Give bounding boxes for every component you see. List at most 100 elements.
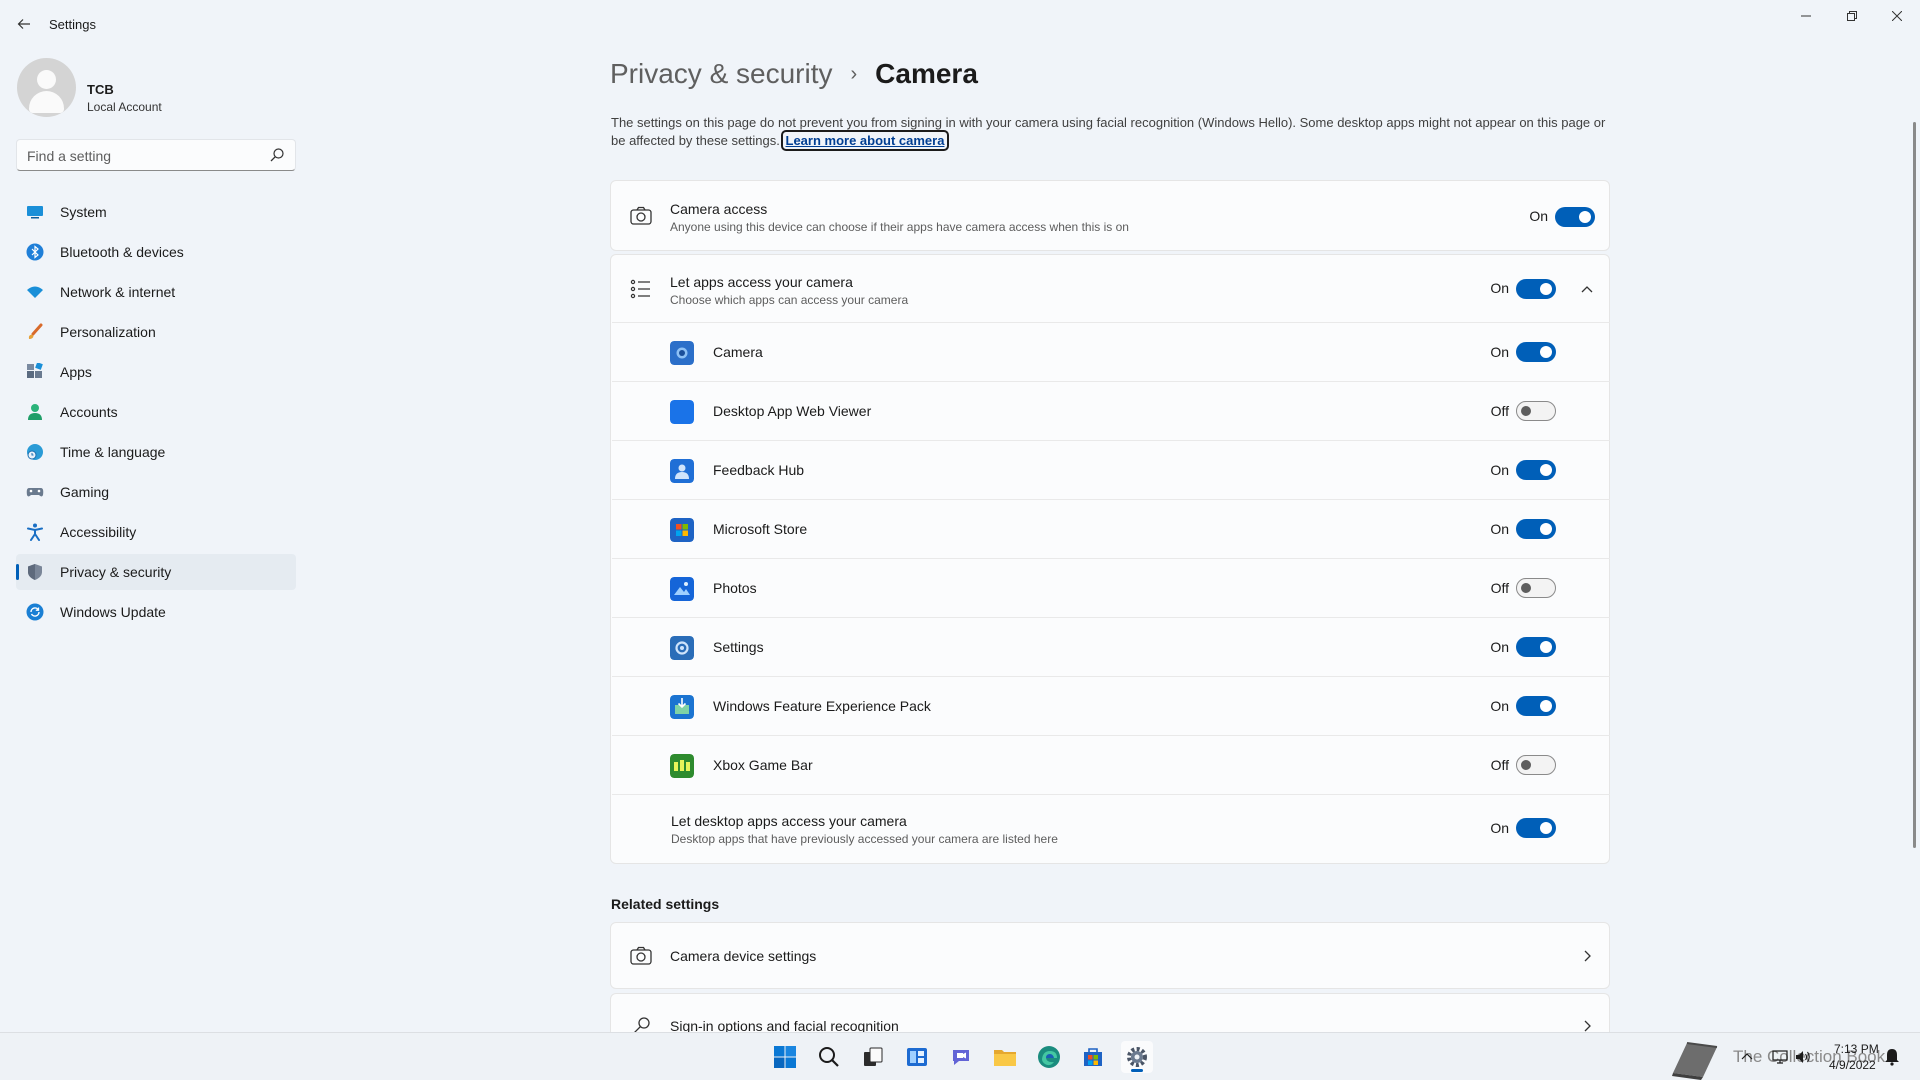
list-icon [630, 279, 650, 299]
search-box[interactable] [16, 139, 296, 171]
settings-app-icon [670, 636, 694, 660]
sidebar-item-windows-update[interactable]: Windows Update [16, 594, 296, 630]
camera-access-toggle[interactable] [1555, 207, 1595, 227]
clock-time[interactable]: 7:13 PM [1834, 1042, 1879, 1056]
related-item-label: Camera device settings [670, 948, 817, 964]
monitor-icon [27, 206, 43, 219]
sidebar-item-label: System [60, 204, 107, 220]
brush-icon [28, 323, 43, 339]
desktop-apps-toggle[interactable] [1516, 818, 1556, 838]
edge-button[interactable] [1033, 1041, 1065, 1073]
sidebar-item-time-language[interactable]: Time & language [16, 434, 296, 470]
minimize-button[interactable] [1783, 0, 1829, 32]
xbox-game-bar-toggle[interactable] [1516, 755, 1556, 775]
search-icon[interactable] [269, 147, 285, 163]
settings-app-toggle[interactable] [1516, 637, 1556, 657]
sidebar-item-personalization[interactable]: Personalization [16, 314, 296, 350]
app-row-settings: Settings On [612, 617, 1610, 676]
camera-app-icon [670, 341, 694, 365]
taskbar: The Collection Book 7:13 PM 4/9/2022 [0, 1032, 1920, 1080]
task-view-button[interactable] [857, 1041, 889, 1073]
sidebar-item-network[interactable]: Network & internet [16, 274, 296, 310]
bluetooth-icon [26, 243, 44, 261]
back-button[interactable] [10, 10, 38, 38]
breadcrumb-parent-link[interactable]: Privacy & security [610, 58, 833, 90]
widgets-icon [907, 1048, 927, 1066]
update-icon [26, 603, 44, 621]
feedback-hub-app-icon [670, 459, 694, 483]
desktop-apps-subtitle: Desktop apps that have previously access… [671, 832, 1058, 846]
settings-taskbar-button[interactable] [1121, 1041, 1153, 1073]
edge-browser-icon [1038, 1046, 1060, 1068]
apps-access-state: On [1490, 280, 1509, 296]
apps-access-card: Let apps access your camera Choose which… [610, 254, 1610, 864]
page-title: Camera [875, 58, 978, 89]
settings-window: Settings TCB Local Account System [0, 0, 1920, 1053]
camera-app-toggle[interactable] [1516, 342, 1556, 362]
user-profile[interactable]: TCB Local Account [17, 58, 297, 122]
close-button[interactable] [1874, 0, 1920, 32]
sidebar-item-label: Bluetooth & devices [60, 244, 184, 260]
sidebar-item-accounts[interactable]: Accounts [16, 394, 296, 430]
app-name: Settings [713, 639, 764, 655]
app-name: Xbox Game Bar [713, 757, 813, 773]
related-settings-heading: Related settings [611, 896, 720, 912]
restore-icon [1847, 11, 1857, 21]
profile-account-type: Local Account [87, 100, 162, 114]
sidebar-item-gaming[interactable]: Gaming [16, 474, 296, 510]
windows-logo-icon [774, 1046, 796, 1068]
sidebar-item-label: Network & internet [60, 284, 176, 300]
main-content: Privacy & security › Camera The settings… [610, 48, 1610, 1053]
windows-feature-experience-pack-toggle[interactable] [1516, 696, 1556, 716]
store-app-icon [670, 518, 694, 542]
book-logo-icon [1672, 1042, 1718, 1080]
scrollbar[interactable] [1913, 122, 1916, 848]
notification-bell-icon[interactable] [1884, 1048, 1900, 1066]
file-explorer-button[interactable] [989, 1041, 1021, 1073]
app-name: Desktop App Web Viewer [713, 403, 872, 419]
search-input[interactable] [27, 146, 257, 166]
maximize-button[interactable] [1829, 0, 1875, 32]
sidebar-item-accessibility[interactable]: Accessibility [16, 514, 296, 550]
taskbar-search-button[interactable] [813, 1041, 845, 1073]
apps-access-subtitle: Choose which apps can access your camera [670, 293, 909, 307]
camera-device-settings-link[interactable]: Camera device settings [610, 922, 1610, 989]
window-title: Settings [49, 17, 96, 32]
sidebar-item-privacy-security[interactable]: Privacy & security [16, 554, 296, 590]
chevron-up-icon[interactable] [1740, 1050, 1754, 1064]
camera-access-state: On [1529, 208, 1548, 224]
app-row-photos: Photos Off [612, 558, 1610, 617]
sidebar-item-label: Privacy & security [60, 564, 172, 580]
web-viewer-app-icon [670, 400, 694, 424]
desktop-apps-title: Let desktop apps access your camera [671, 813, 907, 829]
chat-button[interactable] [945, 1041, 977, 1073]
camera-access-subtitle: Anyone using this device can choose if t… [670, 220, 1129, 234]
desktop-apps-state: On [1490, 820, 1509, 836]
app-state: Off [1490, 757, 1509, 773]
learn-more-link[interactable]: Learn more about camera [780, 130, 950, 151]
app-row-desktop-app-web-viewer: Desktop App Web Viewer Off [612, 381, 1610, 440]
photos-toggle[interactable] [1516, 578, 1556, 598]
sidebar-item-bluetooth[interactable]: Bluetooth & devices [16, 234, 296, 270]
sidebar-item-label: Time & language [60, 444, 166, 460]
microsoft-store-toggle[interactable] [1516, 519, 1556, 539]
app-row-windows-feature-experience-pack: Windows Feature Experience Pack On [612, 676, 1610, 735]
gear-icon [1127, 1047, 1147, 1067]
apps-access-header[interactable]: Let apps access your camera Choose which… [611, 255, 1611, 322]
feedback-hub-toggle[interactable] [1516, 460, 1556, 480]
desktop-app-web-viewer-toggle[interactable] [1516, 401, 1556, 421]
sidebar-item-apps[interactable]: Apps [16, 354, 296, 390]
app-row-microsoft-store: Microsoft Store On [612, 499, 1610, 558]
app-state: Off [1490, 580, 1509, 596]
chevron-up-icon[interactable] [1579, 281, 1595, 297]
widgets-button[interactable] [901, 1041, 933, 1073]
start-button[interactable] [769, 1041, 801, 1073]
sidebar-item-label: Windows Update [60, 604, 166, 620]
person-icon [28, 404, 42, 420]
network-icon[interactable] [1771, 1048, 1789, 1066]
store-taskbar-button[interactable] [1077, 1041, 1109, 1073]
apps-access-toggle[interactable] [1516, 279, 1556, 299]
clock-date[interactable]: 4/9/2022 [1829, 1058, 1876, 1072]
volume-icon[interactable] [1794, 1048, 1812, 1066]
sidebar-item-system[interactable]: System [16, 194, 296, 230]
